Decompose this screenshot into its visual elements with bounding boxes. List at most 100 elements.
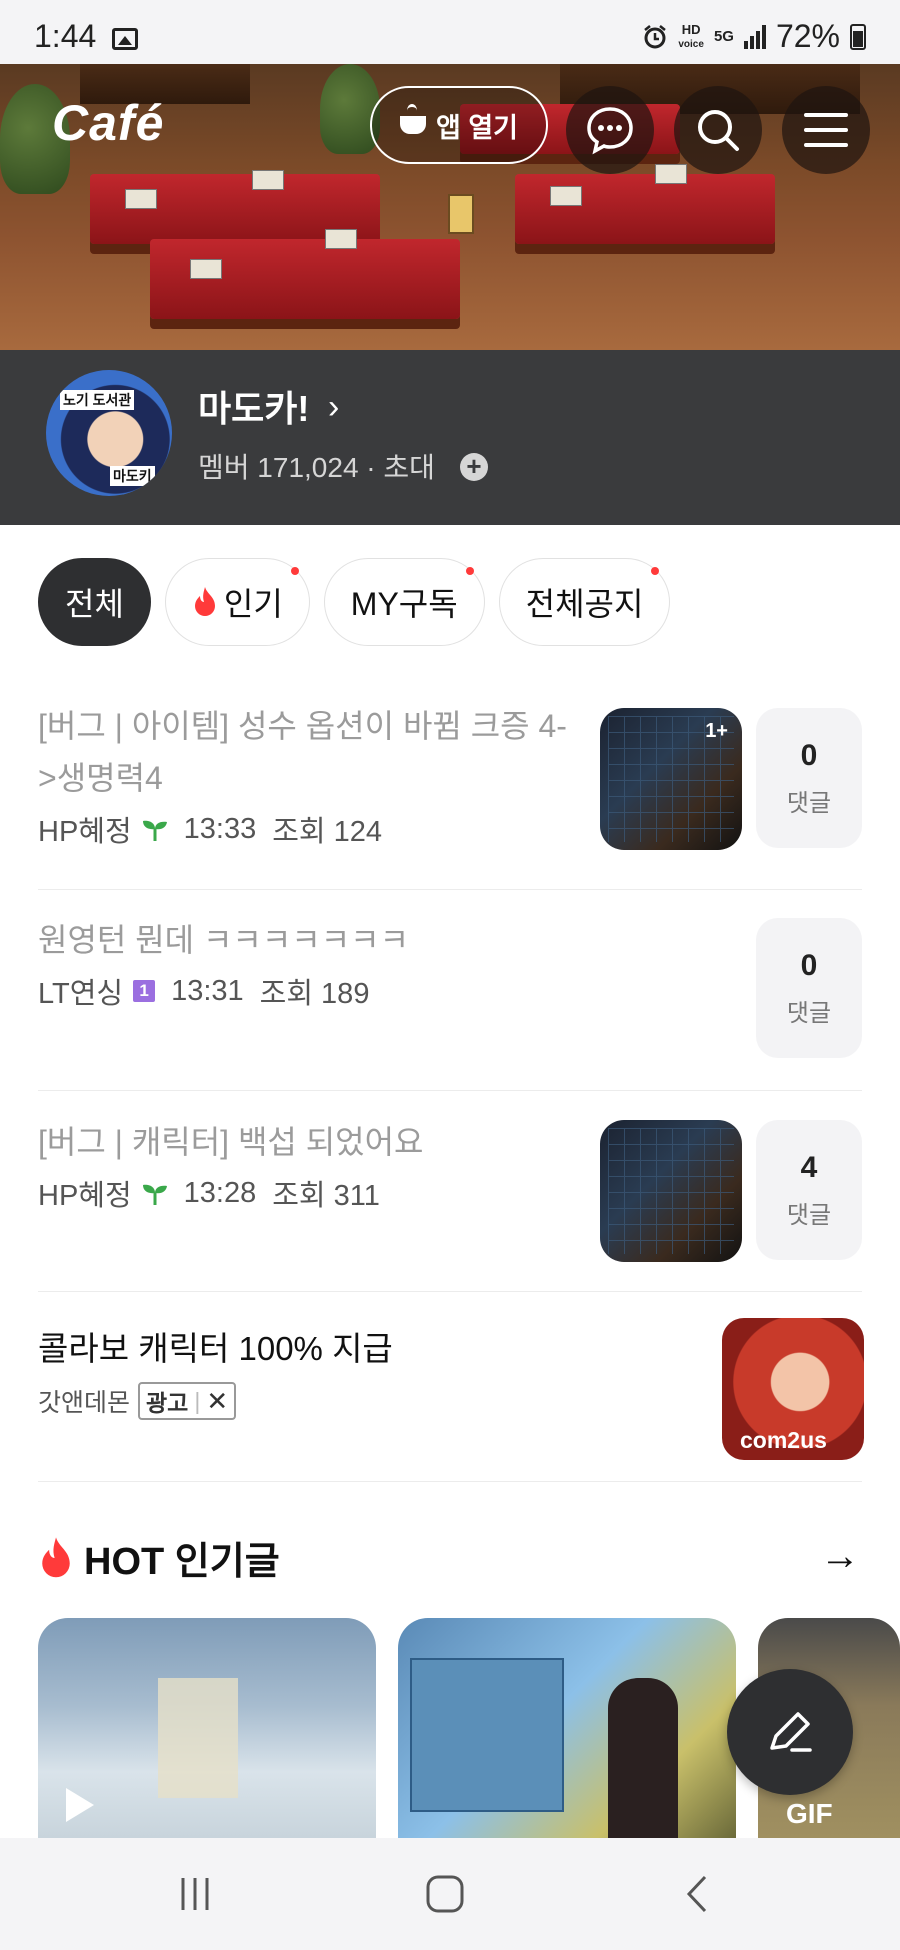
- fire-icon: [42, 1536, 70, 1577]
- banner-book: [190, 259, 222, 279]
- tab-popular[interactable]: 인기: [164, 558, 310, 646]
- post-author: HP혜정: [38, 816, 132, 848]
- battery-percent: 72%: [775, 18, 840, 54]
- ad-badge-label: 광고: [146, 1390, 189, 1416]
- post-views: 조회 189: [259, 978, 370, 1010]
- hot-card[interactable]: [38, 1618, 376, 1838]
- ad-thumbnail-logo: com2us: [740, 1427, 827, 1453]
- divider: [38, 889, 862, 890]
- recents-button[interactable]: [165, 1868, 225, 1920]
- tab-label: 인기: [223, 586, 283, 622]
- ad-item[interactable]: 콜라보 캐릭터 100% 지급 갓앤데몬 광고 | ✕: [38, 1322, 698, 1420]
- open-app-button[interactable]: 앱 열기: [370, 86, 548, 164]
- tab-my-subscription[interactable]: MY구독: [323, 558, 485, 646]
- coffee-cup-icon: [399, 104, 426, 134]
- hot-card-figure: [608, 1678, 678, 1838]
- list-item[interactable]: [버그 | 캐릭터] 백섭 되었어요 HP혜정 13:28 조회 311: [38, 1116, 578, 1214]
- banner-bench: [515, 174, 775, 244]
- chat-icon: [587, 107, 633, 155]
- post-thumbnail[interactable]: 1+: [600, 708, 742, 850]
- search-button[interactable]: [674, 86, 762, 174]
- ad-badge-separator: |: [194, 1387, 201, 1414]
- status-right: HD voice 5G 72%: [642, 18, 866, 55]
- banner-bench: [150, 239, 460, 319]
- banner-book: [325, 229, 357, 249]
- comment-count-box[interactable]: 4 댓글: [756, 1120, 862, 1260]
- back-icon: [686, 1875, 707, 1913]
- tab-label: 전체공지: [525, 586, 644, 622]
- comment-count-box[interactable]: 0 댓글: [756, 918, 862, 1058]
- list-item[interactable]: 원영턴 뭔데 ㅋㅋㅋㅋㅋㅋㅋ LT연싱 1 13:31 조회 189: [38, 914, 718, 1012]
- ad-title: 콜라보 캐릭터 100% 지급: [38, 1330, 393, 1367]
- avatar-text-top: 노기 도서관: [60, 390, 135, 410]
- menu-button[interactable]: [782, 86, 870, 174]
- banner-book: [125, 189, 157, 209]
- post-meta: HP혜정 13:28 조회 311: [38, 1172, 578, 1214]
- post-time: 13:28: [183, 1176, 257, 1209]
- gif-label: GIF: [786, 1798, 833, 1829]
- hot-section-header: HOT 인기글: [38, 1530, 280, 1585]
- board-tabs: 전체 인기 MY구독 전체공지: [38, 558, 671, 646]
- tab-label: MY구독: [350, 586, 458, 622]
- post-views: 조회 311: [272, 1180, 380, 1212]
- new-dot: [290, 567, 299, 575]
- tab-notices[interactable]: 전체공지: [498, 558, 671, 646]
- post-author: LT연싱: [38, 978, 124, 1010]
- avatar-text-bottom: 마도키: [110, 466, 155, 486]
- thumbnail-pattern: [608, 1128, 734, 1254]
- post-time: 13:33: [183, 812, 257, 845]
- divider: [38, 1481, 862, 1482]
- home-button[interactable]: [415, 1868, 475, 1920]
- back-button[interactable]: [668, 1868, 728, 1920]
- chat-button[interactable]: [566, 86, 654, 174]
- list-item[interactable]: [버그 | 아이템] 성수 옵션이 바뀜 크증 4->생명력4 HP혜정 13:…: [38, 700, 578, 850]
- comment-label: 댓글: [786, 1201, 832, 1229]
- hot-card-panel: [410, 1658, 564, 1812]
- post-meta: HP혜정 13:33 조회 124: [38, 808, 578, 850]
- hot-section-title: HOT 인기글: [84, 1541, 280, 1583]
- menu-icon: [804, 113, 848, 147]
- banner-lamp: [448, 194, 474, 234]
- status-bar: 1:44 HD voice 5G 72%: [0, 0, 900, 64]
- ad-advertiser: 갓앤데몬: [38, 1389, 131, 1417]
- image-count-badge: 1+: [705, 720, 728, 742]
- chevron-right-icon[interactable]: ›: [328, 388, 339, 427]
- close-icon[interactable]: ✕: [206, 1386, 228, 1417]
- ad-meta: 갓앤데몬 광고 | ✕: [38, 1382, 698, 1420]
- cafe-logo[interactable]: Café: [52, 94, 164, 152]
- gallery-notification-icon: [112, 28, 138, 50]
- post-title: 원영턴 뭔데 ㅋㅋㅋㅋㅋㅋㅋ: [38, 922, 410, 958]
- status-time: 1:44: [34, 18, 97, 54]
- cafe-avatar[interactable]: 노기 도서관 마도키: [46, 370, 172, 496]
- comment-count: 4: [800, 1150, 818, 1184]
- cafe-name[interactable]: 마도카!: [198, 380, 309, 432]
- post-author: HP혜정: [38, 1180, 132, 1212]
- hot-card[interactable]: [398, 1618, 736, 1838]
- post-title: [버그 | 캐릭터] 백섭 되었어요: [38, 1124, 424, 1160]
- divider: [38, 1090, 862, 1091]
- banner-book: [655, 164, 687, 184]
- comment-label: 댓글: [786, 789, 832, 817]
- invite-plus-icon[interactable]: +: [460, 453, 488, 481]
- banner-book: [252, 170, 284, 190]
- ad-badge[interactable]: 광고 | ✕: [138, 1382, 237, 1420]
- cafe-members: 멤버 171,024 · 초대: [198, 452, 435, 483]
- tab-all[interactable]: 전체: [38, 558, 151, 646]
- ad-thumbnail[interactable]: com2us: [722, 1318, 864, 1460]
- hot-card-figure: [158, 1678, 238, 1798]
- arrow-right-icon[interactable]: →: [820, 1534, 860, 1579]
- recents-icon: [181, 1878, 209, 1910]
- post-meta: LT연싱 1 13:31 조회 189: [38, 970, 718, 1012]
- signal-icon: [743, 24, 766, 49]
- comment-label: 댓글: [786, 999, 832, 1027]
- home-icon: [426, 1875, 464, 1913]
- new-dot: [465, 567, 474, 575]
- write-button[interactable]: [727, 1669, 853, 1795]
- hd-voice-indicator: HD voice: [678, 21, 704, 50]
- cafe-info: 노기 도서관 마도키 마도카! › 멤버 171,024 · 초대 +: [0, 350, 900, 525]
- fire-icon: [194, 587, 215, 616]
- comment-count: 0: [800, 738, 818, 772]
- comment-count-box[interactable]: 0 댓글: [756, 708, 862, 848]
- level-badge-icon: 1: [133, 980, 156, 1002]
- post-thumbnail[interactable]: [600, 1120, 742, 1262]
